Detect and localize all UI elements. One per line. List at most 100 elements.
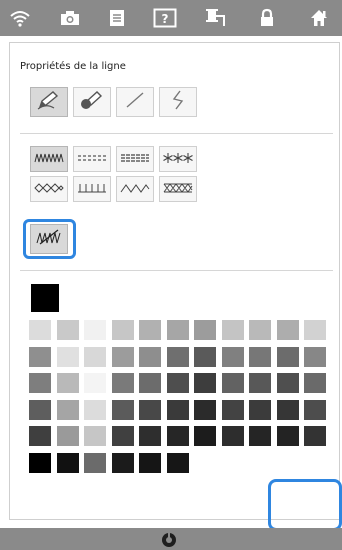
line-properties-dialog: Propriétés de la ligne xyxy=(9,42,342,550)
color-swatch[interactable] xyxy=(110,345,135,368)
color-swatch[interactable] xyxy=(220,425,245,447)
color-swatch[interactable] xyxy=(165,319,190,341)
line-type-star[interactable] xyxy=(159,146,197,172)
camera-icon[interactable] xyxy=(56,6,84,30)
scallop-stitch-icon xyxy=(119,180,151,199)
needle-icon[interactable] xyxy=(160,532,178,548)
color-swatch[interactable] xyxy=(248,345,272,368)
color-swatch[interactable] xyxy=(248,425,272,447)
color-swatch[interactable] xyxy=(28,425,52,447)
diamond-chain-icon xyxy=(33,180,65,199)
color-swatch[interactable] xyxy=(28,372,52,394)
color-swatch[interactable] xyxy=(138,425,162,447)
double-dashed-line-icon xyxy=(119,150,151,169)
color-swatch[interactable] xyxy=(165,398,190,421)
line-type-cross[interactable] xyxy=(159,176,197,202)
current-color-swatch xyxy=(30,283,60,313)
color-swatch[interactable] xyxy=(110,398,135,421)
top-bar: ? xyxy=(0,0,342,36)
color-swatch[interactable] xyxy=(55,398,80,421)
cross-stitch-icon xyxy=(162,180,194,199)
selection-highlight xyxy=(23,219,76,259)
color-swatch[interactable] xyxy=(28,398,52,421)
line-type-double-dashed[interactable] xyxy=(116,146,154,172)
color-swatch[interactable] xyxy=(55,425,80,447)
svg-text:?: ? xyxy=(162,12,169,26)
star-stitch-icon xyxy=(162,150,194,169)
color-swatch[interactable] xyxy=(138,319,162,341)
color-swatch[interactable] xyxy=(83,451,107,474)
color-swatch[interactable] xyxy=(248,372,272,394)
tool-pencil[interactable] xyxy=(30,87,68,117)
color-swatch[interactable] xyxy=(83,372,107,394)
color-swatch[interactable] xyxy=(275,398,300,421)
color-swatch[interactable] xyxy=(83,319,107,341)
color-swatch[interactable] xyxy=(83,345,107,368)
color-swatch[interactable] xyxy=(110,319,135,341)
document-icon[interactable] xyxy=(103,6,131,30)
color-swatch[interactable] xyxy=(28,451,52,474)
line-type-diamond-chain[interactable] xyxy=(30,176,68,202)
lock-icon[interactable] xyxy=(253,6,281,30)
home-icon[interactable] xyxy=(305,6,333,30)
tool-zigzag-line[interactable] xyxy=(159,87,197,117)
color-swatch[interactable] xyxy=(303,425,327,447)
thread-spool-icon[interactable] xyxy=(202,6,230,30)
color-swatch[interactable] xyxy=(303,319,327,341)
pencil-icon xyxy=(36,89,62,115)
color-swatch[interactable] xyxy=(275,372,300,394)
color-swatch[interactable] xyxy=(275,425,300,447)
color-swatch[interactable] xyxy=(55,345,80,368)
color-swatch[interactable] xyxy=(110,372,135,394)
straight-line-icon xyxy=(122,89,148,115)
tool-eraser-pencil[interactable] xyxy=(73,87,111,117)
separator xyxy=(20,133,333,134)
color-swatch[interactable] xyxy=(138,451,162,474)
color-swatch[interactable] xyxy=(248,398,272,421)
dashed-line-icon xyxy=(76,150,108,169)
color-swatch[interactable] xyxy=(303,345,327,368)
color-swatch[interactable] xyxy=(28,345,52,368)
color-swatch[interactable] xyxy=(275,345,300,368)
zigzag-stitch-icon xyxy=(33,150,65,169)
color-swatch[interactable] xyxy=(248,319,272,341)
color-swatch[interactable] xyxy=(303,398,327,421)
dialog-title: Propriétés de la ligne xyxy=(20,61,126,72)
color-swatch[interactable] xyxy=(220,398,245,421)
color-swatch[interactable] xyxy=(55,451,80,474)
color-swatch[interactable] xyxy=(138,372,162,394)
color-swatch[interactable] xyxy=(83,398,107,421)
color-swatch[interactable] xyxy=(165,451,190,474)
color-swatch[interactable] xyxy=(28,319,52,341)
color-swatch[interactable] xyxy=(110,425,135,447)
color-swatch[interactable] xyxy=(220,319,245,341)
wifi-icon[interactable] xyxy=(6,6,34,30)
color-swatch[interactable] xyxy=(193,372,217,394)
separator xyxy=(20,270,333,271)
color-swatch[interactable] xyxy=(303,372,327,394)
tool-straight-line[interactable] xyxy=(116,87,154,117)
color-swatch[interactable] xyxy=(165,425,190,447)
color-swatch[interactable] xyxy=(220,372,245,394)
line-type-scallop[interactable] xyxy=(116,176,154,202)
zigzag-line-icon xyxy=(165,89,191,115)
color-swatch[interactable] xyxy=(110,451,135,474)
line-type-zigzag[interactable] xyxy=(30,146,68,172)
color-swatch[interactable] xyxy=(165,345,190,368)
color-swatch[interactable] xyxy=(193,345,217,368)
color-swatch[interactable] xyxy=(220,345,245,368)
color-swatch[interactable] xyxy=(55,372,80,394)
color-swatch[interactable] xyxy=(193,398,217,421)
color-swatch[interactable] xyxy=(138,345,162,368)
color-swatch[interactable] xyxy=(138,398,162,421)
color-swatch[interactable] xyxy=(193,319,217,341)
line-type-comb[interactable] xyxy=(73,176,111,202)
color-swatch[interactable] xyxy=(83,425,107,447)
comb-stitch-icon xyxy=(76,180,108,199)
color-swatch[interactable] xyxy=(55,319,80,341)
line-type-dashed[interactable] xyxy=(73,146,111,172)
help-icon[interactable]: ? xyxy=(151,6,179,30)
color-swatch[interactable] xyxy=(193,425,217,447)
color-swatch[interactable] xyxy=(165,372,190,394)
color-swatch[interactable] xyxy=(275,319,300,341)
